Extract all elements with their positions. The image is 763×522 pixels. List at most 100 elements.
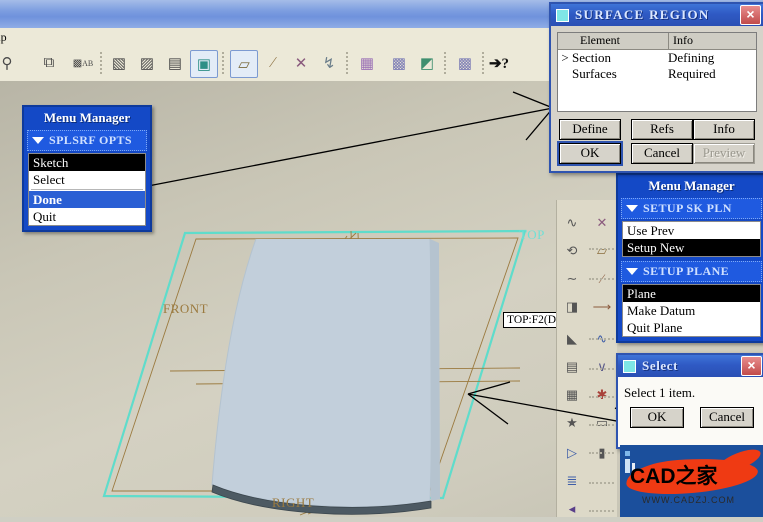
cell-element: Surfaces bbox=[572, 66, 617, 81]
toolbar-separator bbox=[482, 52, 485, 74]
toolbar-separator bbox=[444, 52, 447, 74]
element-info-table[interactable]: Element Info > Section Defining Surfaces… bbox=[557, 32, 757, 112]
context-help-icon[interactable]: ➔? bbox=[486, 50, 512, 76]
menu-header-label: SETUP PLANE bbox=[643, 264, 730, 278]
menu-item-sketch[interactable]: Sketch bbox=[29, 154, 145, 171]
menu-manager-right[interactable]: Menu Manager SETUP SK PLN Use Prev Setup… bbox=[616, 173, 763, 343]
fillet-tool-icon[interactable]: ⟲ bbox=[557, 238, 587, 264]
list-tool-icon[interactable]: ≣ bbox=[557, 468, 587, 494]
spin-center-icon[interactable]: ▦ bbox=[354, 50, 380, 76]
simplified-rep-icon[interactable]: ▩ bbox=[452, 50, 478, 76]
menu-manager-right-title: Menu Manager bbox=[648, 178, 735, 193]
draft-tool-icon[interactable]: ◣ bbox=[557, 326, 587, 352]
surface-region-body: Element Info > Section Defining Surfaces… bbox=[551, 26, 763, 171]
extrude-tool-icon[interactable]: ▷ bbox=[557, 440, 587, 466]
select-cancel-button[interactable]: Cancel bbox=[700, 407, 754, 428]
datum-point-display-icon[interactable]: ✕ bbox=[288, 50, 314, 76]
select-ok-button[interactable]: OK bbox=[630, 407, 684, 428]
annotation-ab-icon[interactable]: ▩ AB bbox=[70, 50, 96, 76]
ok-button[interactable]: OK bbox=[557, 141, 623, 166]
cell-info: Defining bbox=[668, 50, 715, 65]
surface-side-face bbox=[430, 239, 440, 501]
point-tool-icon[interactable]: ✕ bbox=[587, 210, 617, 236]
watermark-url: WWW.CADZJ.COM bbox=[642, 495, 735, 505]
menu-header-splsrf-opts[interactable]: SPLSRF OPTS bbox=[27, 130, 147, 151]
menu-header-setup-plane[interactable]: SETUP PLANE bbox=[621, 261, 762, 282]
menu-item-quit[interactable]: Quit bbox=[29, 208, 145, 225]
define-button[interactable]: Define bbox=[559, 119, 621, 140]
shell-tool-icon[interactable]: ▤ bbox=[557, 354, 587, 380]
menu-manager-left-title: Menu Manager bbox=[43, 110, 131, 125]
menu-item-plane[interactable]: Plane bbox=[623, 285, 760, 302]
watermark-logo: CAD之家 WWW.CADZJ.COM bbox=[620, 445, 763, 517]
curve-tool-icon[interactable]: ∼ bbox=[557, 266, 587, 292]
view-direction-icon[interactable]: ◂ bbox=[557, 496, 587, 522]
surface-region-dialog[interactable]: SURFACE REGION × Element Info > Section … bbox=[549, 2, 763, 173]
new-datum-point-icon[interactable]: ⧉ bbox=[36, 50, 62, 76]
shaded-display-icon[interactable]: ▣ bbox=[190, 50, 218, 78]
mirror-axis-icon[interactable]: ✱ bbox=[587, 382, 617, 408]
window-icon bbox=[623, 359, 636, 373]
hidden-line-display-icon[interactable]: ▨ bbox=[134, 50, 160, 76]
toolbar-separator bbox=[100, 52, 103, 74]
watermark-brand: CAD之家 bbox=[630, 465, 718, 488]
table-row[interactable]: > Section Defining bbox=[558, 50, 756, 66]
setup-sk-pln-list[interactable]: Use Prev Setup New bbox=[622, 221, 761, 257]
wireframe-display-icon[interactable]: ▧ bbox=[106, 50, 132, 76]
info-button[interactable]: Info bbox=[693, 119, 755, 140]
menu-divider bbox=[31, 189, 143, 190]
table-header-row: Element Info bbox=[558, 33, 756, 50]
cancel-button[interactable]: Cancel bbox=[631, 143, 693, 164]
blend-tool-icon[interactable]: ◨ bbox=[557, 294, 587, 320]
spline-tool-icon[interactable]: ∿ bbox=[557, 210, 587, 236]
zoom-search-icon[interactable]: ⚲ bbox=[0, 50, 20, 76]
cell-info: Required bbox=[668, 66, 716, 81]
menu-item-use-prev[interactable]: Use Prev bbox=[623, 222, 760, 239]
datum-label-front: FRONT bbox=[163, 301, 209, 316]
chevron-down-icon bbox=[626, 268, 638, 275]
datum-label-top: TOP bbox=[519, 227, 545, 242]
sketcher-vertical-toolbar[interactable]: ∿ ✕ ⟲ ▱ ∼ ∕ ◨ ⟶ ◣ ∿ ▤ ∨ ▦ ✱ ★ ▭ ▷ ▮ ≣ ◂ bbox=[556, 200, 617, 517]
menu-item-make-datum[interactable]: Make Datum bbox=[623, 302, 760, 319]
trim-tool-icon[interactable]: ▭ bbox=[587, 410, 617, 436]
spacer-icon-2 bbox=[587, 496, 617, 522]
layer-display-icon[interactable]: ▩ bbox=[386, 50, 412, 76]
cell-element: Section bbox=[572, 50, 611, 65]
menu-item-select[interactable]: Select bbox=[29, 171, 145, 188]
select-dialog[interactable]: Select × Select 1 item. OK Cancel bbox=[616, 353, 763, 449]
chevron-down-icon bbox=[32, 137, 44, 144]
surface-region-titlebar: SURFACE REGION × bbox=[551, 4, 763, 26]
datum-label-right: RIGHT bbox=[272, 495, 315, 510]
no-hidden-display-icon[interactable]: ▤ bbox=[162, 50, 188, 76]
setup-plane-list[interactable]: Plane Make Datum Quit Plane bbox=[622, 284, 761, 337]
arc-tool-icon[interactable]: ⟶ bbox=[587, 294, 617, 320]
menu-header-setup-sk-pln[interactable]: SETUP SK PLN bbox=[621, 198, 762, 219]
select-dialog-body: Select 1 item. OK Cancel bbox=[618, 377, 763, 447]
column-header-info: Info bbox=[673, 33, 693, 47]
toolbar-separator bbox=[222, 52, 225, 74]
datum-csys-display-icon[interactable]: ↯ bbox=[316, 50, 342, 76]
menu-item-done[interactable]: Done bbox=[29, 191, 145, 208]
rectangle-tool-icon[interactable]: ▱ bbox=[587, 238, 617, 264]
close-icon[interactable]: × bbox=[740, 5, 761, 25]
menu-item-help[interactable]: elp bbox=[0, 30, 7, 45]
menu-item-quit-plane[interactable]: Quit Plane bbox=[623, 319, 760, 336]
toolbar-separator bbox=[346, 52, 349, 74]
select-dialog-message: Select 1 item. bbox=[624, 385, 696, 400]
close-icon[interactable]: × bbox=[741, 356, 762, 376]
datum-plane-display-icon[interactable]: ▱ bbox=[230, 50, 258, 78]
chevron-down-icon bbox=[626, 205, 638, 212]
vertex-round-icon[interactable]: ∨ bbox=[587, 354, 617, 380]
datum-axis-display-icon[interactable]: ∕ bbox=[260, 50, 286, 76]
table-row[interactable]: Surfaces Required bbox=[558, 66, 756, 82]
merge-tool-icon[interactable]: ★ bbox=[557, 410, 587, 436]
row-marker bbox=[558, 66, 572, 82]
menu-manager-left[interactable]: Menu Manager SPLSRF OPTS Sketch Select D… bbox=[22, 105, 152, 232]
surface-body-shaded[interactable] bbox=[212, 239, 432, 507]
menu-item-setup-new[interactable]: Setup New bbox=[623, 239, 760, 256]
menu-manager-left-list[interactable]: Sketch Select Done Quit bbox=[28, 153, 146, 226]
colors-appearance-icon[interactable]: ◩ bbox=[414, 50, 440, 76]
spacer-icon bbox=[587, 468, 617, 494]
refs-button[interactable]: Refs bbox=[631, 119, 693, 140]
pattern-tool-icon[interactable]: ▦ bbox=[557, 382, 587, 408]
